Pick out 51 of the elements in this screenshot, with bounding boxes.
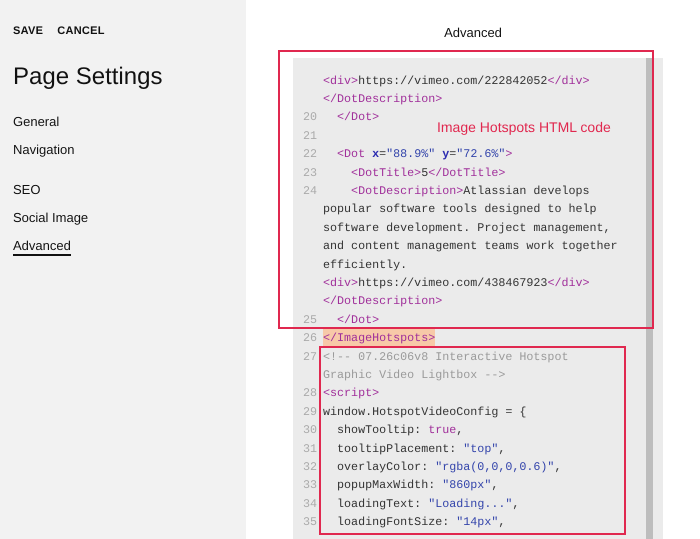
code-line: </Dot> (336, 109, 380, 126)
code-line: <!-- 07.26c06v8 Interactive Hotspot (323, 348, 568, 366)
sidebar-action-link[interactable]: CANCEL (57, 23, 105, 40)
code-line: </DotDescription> (323, 293, 442, 310)
code-line: popupMaxWidth: "860px", (336, 477, 498, 494)
nav-item[interactable]: SEO (13, 182, 40, 200)
nav-item[interactable]: Advanced (13, 238, 71, 256)
code-line: Graphic Video Lightbox --> (323, 367, 506, 384)
code-line: <Dot x="88.9%" y="72.6%"> (336, 146, 512, 164)
code-line: <div>https://vimeo.com/222842052</div> (323, 72, 590, 90)
code-line: showTooltip: true, (336, 422, 464, 440)
code-line: and content management teams work together (323, 238, 618, 256)
line-number: 32 (303, 459, 318, 476)
line-number: 23 (303, 164, 318, 182)
code-line: <DotDescription>Atlassian develops (350, 182, 590, 200)
code-line: </DotDescription> (323, 90, 442, 108)
code-line: </Dot> (336, 312, 380, 329)
panel-title: Advanced (444, 24, 502, 42)
code-line: <DotTitle>5</DotTitle> (350, 164, 506, 182)
line-number: 28 (303, 385, 318, 402)
line-number: 34 (303, 496, 318, 513)
line-number: 33 (303, 477, 318, 494)
line-number: 22 (303, 146, 318, 164)
page-title: Page Settings (13, 62, 164, 92)
line-number: 29 (303, 404, 318, 421)
sidebar-action-link[interactable]: SAVE (13, 23, 44, 40)
code-line: popular software tools designed to help (323, 201, 597, 218)
annotation-label: Image Hotspots HTML code (437, 118, 611, 137)
nav-item[interactable]: General (13, 114, 60, 132)
code-line: tooltipPlacement: "top", (336, 440, 506, 458)
code-line: loadingText: "Loading...", (336, 496, 520, 513)
scrollbar[interactable] (646, 58, 653, 539)
line-number: 31 (303, 440, 318, 458)
line-number: 27 (303, 348, 318, 366)
code-line: <script> (323, 385, 380, 402)
line-number: 24 (303, 182, 318, 200)
code-line: efficiently. (323, 256, 408, 274)
nav-item[interactable]: Navigation (13, 142, 74, 160)
code-line: <div>https://vimeo.com/438467923</div> (323, 274, 590, 292)
nav-item[interactable]: Social Image (13, 210, 88, 228)
line-number: 35 (303, 514, 318, 532)
line-number: 20 (303, 109, 318, 126)
code-editor[interactable] (293, 58, 663, 539)
code-line: window.HotspotVideoConfig = { (323, 404, 526, 421)
code-line: overlayColor: "rgba(0,0,0,0.6)", (336, 459, 562, 476)
line-number: 26 (303, 330, 318, 348)
line-number: 25 (303, 312, 318, 329)
code-line: software development. Project management, (323, 220, 611, 237)
line-number: 30 (303, 422, 318, 440)
code-line: loadingFontSize: "14px", (336, 514, 506, 532)
line-number: 21 (303, 128, 318, 145)
